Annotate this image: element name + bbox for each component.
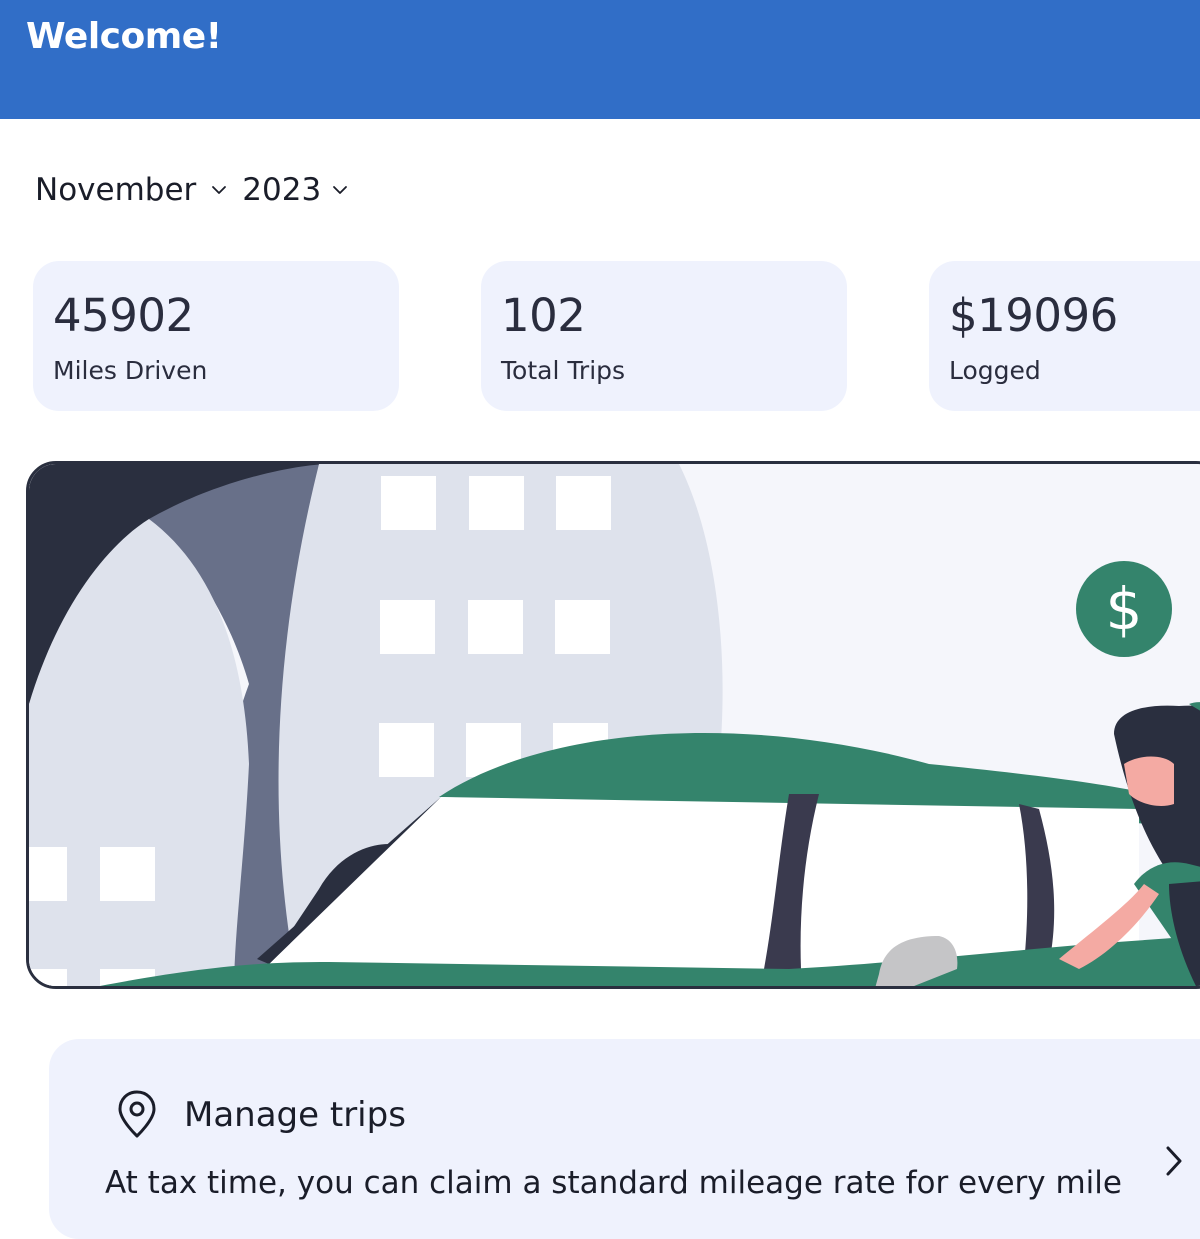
stat-label: Miles Driven: [53, 356, 208, 385]
manage-trips-card[interactable]: Manage trips At tax time, you can claim …: [49, 1039, 1200, 1239]
chevron-down-icon: [333, 186, 348, 194]
year-value: 2023: [242, 172, 322, 208]
month-select[interactable]: November: [35, 172, 228, 208]
car-city-illustration: [29, 464, 1200, 986]
stat-card-miles: 45902 Miles Driven: [33, 261, 399, 411]
app-header: Welcome!: [0, 0, 1200, 119]
manage-trips-title: Manage trips: [184, 1095, 406, 1135]
stat-card-trips: 102 Total Trips: [481, 261, 847, 411]
stat-label: Logged: [949, 356, 1041, 385]
manage-trips-description: At tax time, you can claim a standard mi…: [105, 1165, 1122, 1201]
year-select[interactable]: 2023: [242, 172, 349, 208]
map-pin-icon: [118, 1090, 156, 1138]
chevron-right-icon[interactable]: [1161, 1143, 1187, 1179]
stat-label: Total Trips: [501, 356, 626, 385]
dollar-coin-symbol: $: [1105, 575, 1143, 643]
hero-illustration: $: [26, 461, 1200, 989]
stat-value: 45902: [53, 289, 194, 342]
chevron-down-icon: [212, 186, 227, 194]
month-value: November: [35, 172, 197, 208]
stat-card-logged: $19096 Logged: [929, 261, 1200, 411]
page-title: Welcome!: [26, 16, 222, 57]
stat-value: 102: [501, 289, 586, 342]
period-selector: November 2023: [35, 172, 349, 208]
stat-value: $19096: [949, 289, 1118, 342]
